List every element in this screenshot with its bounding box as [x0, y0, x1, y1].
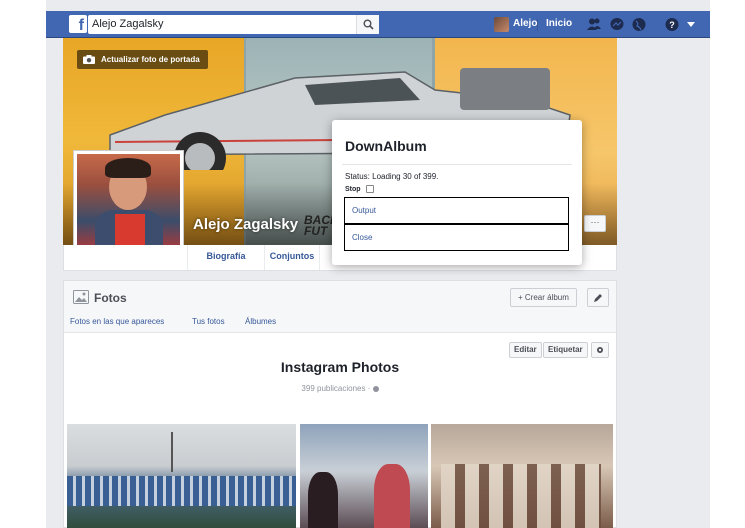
photos-section: Fotos + Crear álbum Fotos en las que apa… — [63, 280, 617, 528]
update-cover-label: Actualizar foto de portada — [101, 55, 200, 64]
album-title: Instagram Photos — [280, 359, 400, 375]
friend-requests-icon[interactable] — [586, 17, 602, 32]
more-options-button[interactable]: ··· — [584, 215, 606, 232]
help-icon[interactable]: ? — [664, 17, 680, 32]
tag-album-button[interactable]: Etiquetar — [543, 342, 588, 358]
downalbum-dialog: DownAlbum Status: Loading 30 of 399. Sto… — [332, 120, 582, 265]
create-album-button[interactable]: + Crear álbum — [510, 288, 577, 307]
album-photo-stadium[interactable] — [67, 424, 296, 528]
messages-icon[interactable] — [609, 17, 625, 32]
album-photo-group[interactable] — [431, 424, 613, 528]
gear-icon — [597, 347, 603, 353]
album-settings-button[interactable] — [591, 342, 609, 358]
profile-name[interactable]: Alejo Zagalsky — [193, 216, 298, 233]
subnav-albumes[interactable]: Álbumes — [245, 317, 276, 326]
camera-icon — [83, 55, 95, 64]
stop-checkbox[interactable] — [366, 185, 374, 193]
notifications-globe-icon[interactable] — [631, 17, 647, 32]
pencil-icon — [594, 294, 602, 302]
dialog-divider — [342, 164, 572, 165]
svg-text:?: ? — [669, 20, 675, 30]
album-photo-portrait[interactable] — [300, 424, 428, 528]
privacy-icon — [372, 385, 379, 392]
account-menu-icon[interactable] — [687, 22, 695, 27]
profile-photo — [77, 154, 180, 257]
close-button[interactable]: Close — [344, 224, 569, 251]
home-link[interactable]: Inicio — [546, 18, 572, 29]
search-icon — [363, 19, 374, 30]
edit-album-button[interactable]: Editar — [509, 342, 542, 358]
user-avatar[interactable] — [494, 17, 509, 32]
nav-divider — [537, 19, 538, 31]
album-count: 399 publicaciones · — [64, 384, 616, 393]
profile-link[interactable]: Alejo — [513, 18, 537, 29]
photos-icon — [73, 290, 89, 304]
tab-conjuntos[interactable]: Conjuntos — [264, 245, 319, 270]
output-button[interactable]: Output — [344, 197, 569, 224]
tab-biografia[interactable]: Biografía — [187, 245, 264, 270]
photos-header: Fotos + Crear álbum Fotos en las que apa… — [64, 281, 616, 333]
dialog-status: Status: Loading 30 of 399. — [345, 172, 439, 181]
search-input[interactable]: Alejo Zagalsky — [88, 15, 379, 34]
facebook-logo-icon[interactable]: f — [69, 15, 87, 33]
album-count-text: 399 publicaciones · — [301, 384, 373, 393]
stop-label: Stop — [345, 186, 361, 193]
top-navigation-bar: f Alejo Zagalsky Alejo Inicio ? — [46, 11, 710, 38]
search-button[interactable] — [356, 15, 379, 34]
update-cover-button[interactable]: Actualizar foto de portada — [77, 50, 208, 69]
photos-title: Fotos — [94, 291, 127, 305]
edit-photos-button[interactable] — [587, 288, 609, 307]
subnav-fotos-apareces[interactable]: Fotos en las que apareces — [70, 317, 164, 326]
subnav-tus-fotos[interactable]: Tus fotos — [192, 317, 225, 326]
dialog-title: DownAlbum — [345, 138, 427, 154]
